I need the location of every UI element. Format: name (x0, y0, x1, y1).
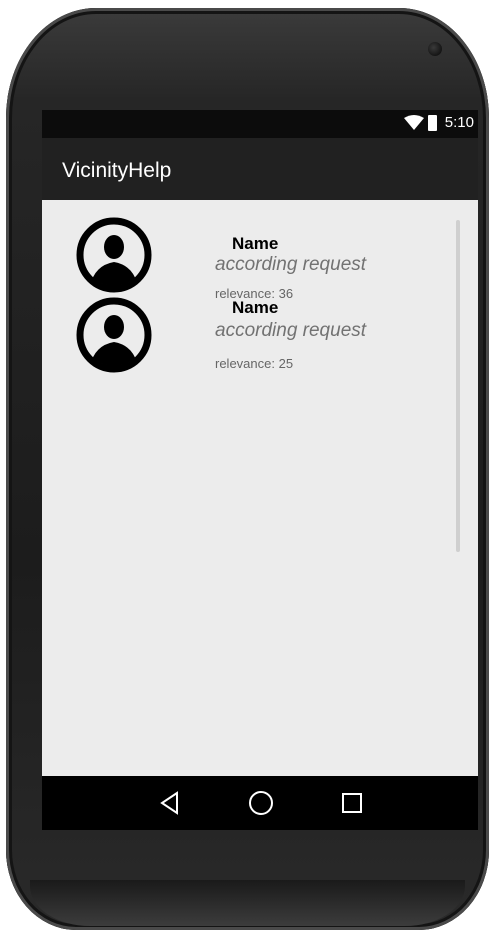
device-screen: 5:10 VicinityHelp Name according request… (42, 110, 478, 830)
app-bar: VicinityHelp (42, 138, 478, 200)
avatar-icon (76, 217, 152, 293)
recents-icon[interactable] (337, 788, 367, 818)
item-subtitle: according request (215, 254, 367, 275)
item-subtitle: according request (215, 320, 367, 341)
app-title: VicinityHelp (62, 159, 172, 182)
front-camera (428, 42, 442, 56)
list-item[interactable]: Name according request relevance: 36 (42, 216, 442, 301)
battery-icon (427, 114, 437, 131)
results-list[interactable]: Name according request relevance: 36 Nam… (42, 200, 478, 776)
item-name: Name (232, 298, 279, 317)
status-icons: 5:10 (403, 114, 474, 131)
back-icon[interactable] (155, 788, 185, 818)
navigation-bar (42, 776, 478, 830)
list-item[interactable]: Name according request relevance: 25 (42, 296, 442, 373)
avatar-icon (76, 297, 152, 373)
item-relevance: relevance: 25 (215, 356, 294, 371)
scrollbar[interactable] (456, 220, 460, 552)
home-icon[interactable] (246, 788, 276, 818)
wifi-icon (403, 114, 424, 130)
phone-bottom-edge (30, 880, 465, 926)
status-clock: 5:10 (444, 114, 474, 131)
item-name: Name (232, 234, 279, 253)
status-bar: 5:10 (42, 110, 478, 138)
